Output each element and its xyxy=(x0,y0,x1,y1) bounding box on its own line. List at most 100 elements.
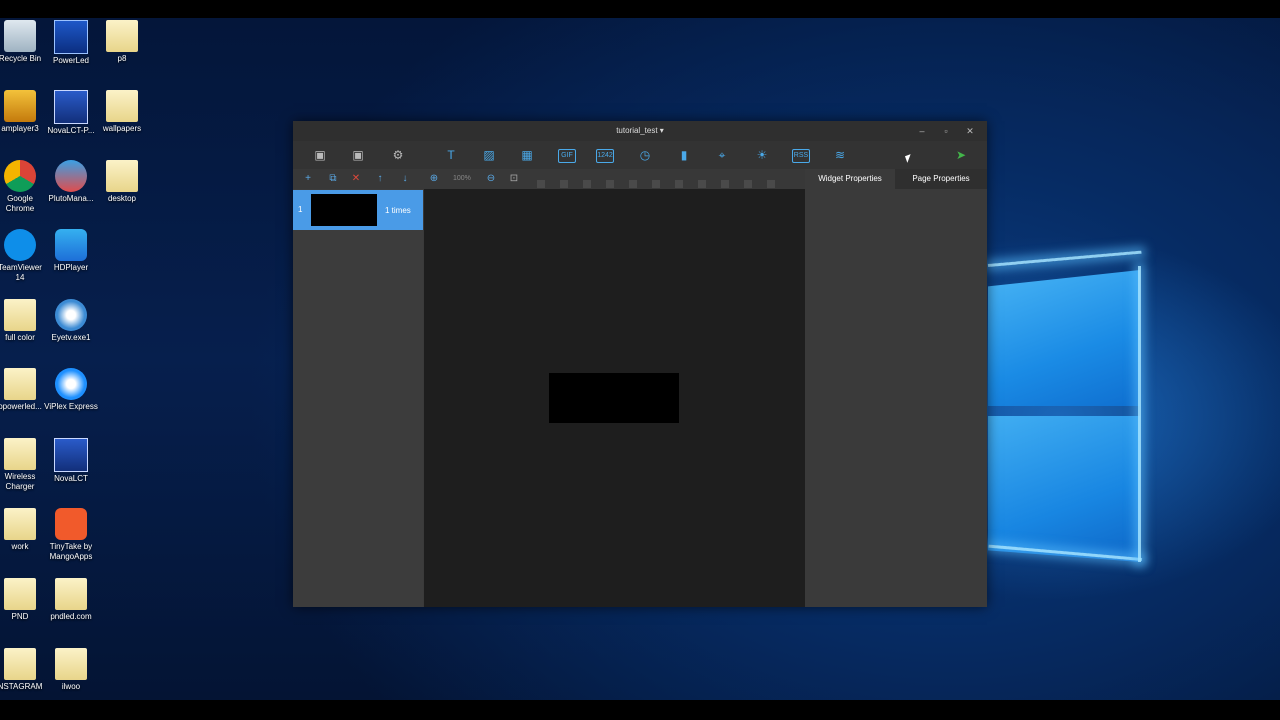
desktop-icon[interactable]: TeamViewer 14 xyxy=(0,229,47,283)
windows-logo-pane-bottom xyxy=(988,416,1140,562)
save-as-icon[interactable]: ▣ xyxy=(349,146,367,164)
pluto-icon xyxy=(55,160,87,192)
align-icon xyxy=(744,180,752,188)
clock-widget-icon[interactable]: ◷ xyxy=(636,146,654,164)
tinytake-icon xyxy=(55,508,87,540)
chrome-icon xyxy=(4,160,36,192)
desktop-icon[interactable]: amplayer3 xyxy=(0,90,47,134)
move-down-button[interactable]: ↓ xyxy=(398,172,412,186)
align-icon xyxy=(767,180,775,188)
viplex-icon xyxy=(55,368,87,400)
chevron-down-icon[interactable]: ▾ xyxy=(660,126,664,135)
desktop-icon[interactable]: Google Chrome xyxy=(0,160,47,214)
page-list-item[interactable]: 1 1 times xyxy=(293,190,423,230)
app-window: tutorial_test ▾ – ▫ ✕ ▣ ▣ ⚙ T ▨ ▦ GIF 1242 ◷ ▮ ⌖ ☀ R… xyxy=(293,121,987,607)
maximize-button[interactable]: ▫ xyxy=(939,125,953,137)
folder-icon xyxy=(106,160,138,192)
office-widget-icon[interactable]: ▮ xyxy=(675,146,693,164)
teamviewer-icon xyxy=(4,229,36,261)
desktop-icon[interactable]: PlutoMana... xyxy=(44,160,98,204)
desktop-icon-label: NovaLCT-P... xyxy=(47,126,95,135)
desktop-icon-label: TinyTake by MangoApps xyxy=(49,542,93,561)
folder-icon xyxy=(55,578,87,610)
text-widget-icon[interactable]: T xyxy=(442,146,460,164)
desktop-icon-label: Eyetv.exe1 xyxy=(51,333,91,342)
editor-canvas-area[interactable] xyxy=(424,189,805,607)
counter-widget-icon[interactable]: 1242 xyxy=(596,149,614,163)
desktop-icon[interactable]: ViPlex Express xyxy=(44,368,98,412)
desktop-icon-label: wallpapers xyxy=(102,124,142,133)
recycle-bin-icon xyxy=(4,20,36,52)
led-screen-canvas[interactable] xyxy=(549,373,679,423)
desktop-icon[interactable]: NovaLCT-P... xyxy=(44,90,98,136)
close-button[interactable]: ✕ xyxy=(963,125,977,137)
desktop-icon[interactable]: work xyxy=(0,508,47,552)
properties-tabs: Widget Properties Page Properties xyxy=(805,169,987,189)
zoom-in-button[interactable]: ⊕ xyxy=(427,172,441,186)
settings-icon[interactable]: ⚙ xyxy=(389,146,407,164)
desktop-icon[interactable]: p8 xyxy=(95,20,149,64)
move-up-button[interactable]: ↑ xyxy=(373,172,387,186)
desktop-icon-label: NSTAGRAM xyxy=(0,682,43,691)
desktop-icon[interactable]: wallpapers xyxy=(95,90,149,134)
desktop-icon[interactable]: Recycle Bin xyxy=(0,20,47,64)
location-widget-icon[interactable]: ⌖ xyxy=(713,146,731,164)
delete-page-button[interactable]: ✕ xyxy=(349,172,363,186)
tab-widget-properties[interactable]: Widget Properties xyxy=(805,169,895,189)
light-beam xyxy=(1138,266,1141,562)
desktop-icon-label: p8 xyxy=(117,54,127,63)
align-icon xyxy=(560,180,568,188)
tab-page-properties[interactable]: Page Properties xyxy=(895,169,987,189)
sub-toolbar: + ⧉ ✕ ↑ ↓ ⊕ 100% ⊖ ⊡ xyxy=(293,169,805,189)
desktop-icon[interactable]: PowerLed xyxy=(44,20,98,66)
desktop-icon-label: HDPlayer xyxy=(53,263,89,272)
desktop-icon-label: work xyxy=(11,542,29,551)
page-thumbnail xyxy=(311,194,377,226)
desktop-icon[interactable]: desktop xyxy=(95,160,149,204)
folder-icon xyxy=(4,578,36,610)
rss-widget-icon[interactable]: RSS xyxy=(792,149,810,163)
title-bar[interactable]: tutorial_test ▾ – ▫ ✕ xyxy=(293,121,987,141)
desktop-icon[interactable]: HDPlayer xyxy=(44,229,98,273)
video-widget-icon[interactable]: ▦ xyxy=(518,146,536,164)
layers-icon[interactable]: ≋ xyxy=(831,146,849,164)
window-title-text: tutorial_test xyxy=(616,126,658,135)
windows-logo-pane-top xyxy=(988,270,1140,406)
desktop-icon-label: PlutoMana... xyxy=(48,194,94,203)
desktop-icon[interactable]: ilwoo xyxy=(44,648,98,692)
desktop-icon[interactable]: full color xyxy=(0,299,47,343)
weather-widget-icon[interactable]: ☀ xyxy=(753,146,771,164)
desktop-icon[interactable]: NovaLCT xyxy=(44,438,98,484)
desktop-icon-label: NovaLCT xyxy=(54,474,88,483)
desktop-icon[interactable]: Eyetv.exe1 xyxy=(44,299,98,343)
screen-bottom-letterbox xyxy=(0,700,1280,720)
desktop-icon[interactable]: NSTAGRAM xyxy=(0,648,47,692)
desktop-icon-label: full color xyxy=(5,333,35,342)
align-icon xyxy=(537,180,545,188)
desktop-icon-label: ViPlex Express xyxy=(44,402,98,411)
add-page-button[interactable]: + xyxy=(301,172,315,186)
window-title[interactable]: tutorial_test ▾ xyxy=(293,126,987,135)
desktop-icon[interactable]: pndled.com xyxy=(44,578,98,622)
fit-button[interactable]: ⊡ xyxy=(507,172,521,186)
novalct-icon xyxy=(54,90,88,124)
desktop-icon[interactable]: opowerled... xyxy=(0,368,47,412)
gif-widget-icon[interactable]: GIF xyxy=(558,149,576,163)
powerled-icon xyxy=(54,20,88,54)
align-icon xyxy=(675,180,683,188)
zoom-out-button[interactable]: ⊖ xyxy=(484,172,498,186)
desktop-icon-label: ilwoo xyxy=(61,682,81,691)
desktop-icon[interactable]: PND xyxy=(0,578,47,622)
desktop-icon[interactable]: TinyTake by MangoApps xyxy=(44,508,98,562)
save-icon[interactable]: ▣ xyxy=(311,146,329,164)
folder-icon xyxy=(106,20,138,52)
copy-page-button[interactable]: ⧉ xyxy=(326,172,340,186)
image-widget-icon[interactable]: ▨ xyxy=(480,146,498,164)
light-beam xyxy=(987,250,1142,267)
align-icon xyxy=(629,180,637,188)
send-icon[interactable]: ➤ xyxy=(952,146,970,164)
folder-icon xyxy=(4,648,36,680)
minimize-button[interactable]: – xyxy=(915,125,929,137)
desktop-icon[interactable]: Wireless Charger xyxy=(0,438,47,492)
folder-icon xyxy=(106,90,138,122)
